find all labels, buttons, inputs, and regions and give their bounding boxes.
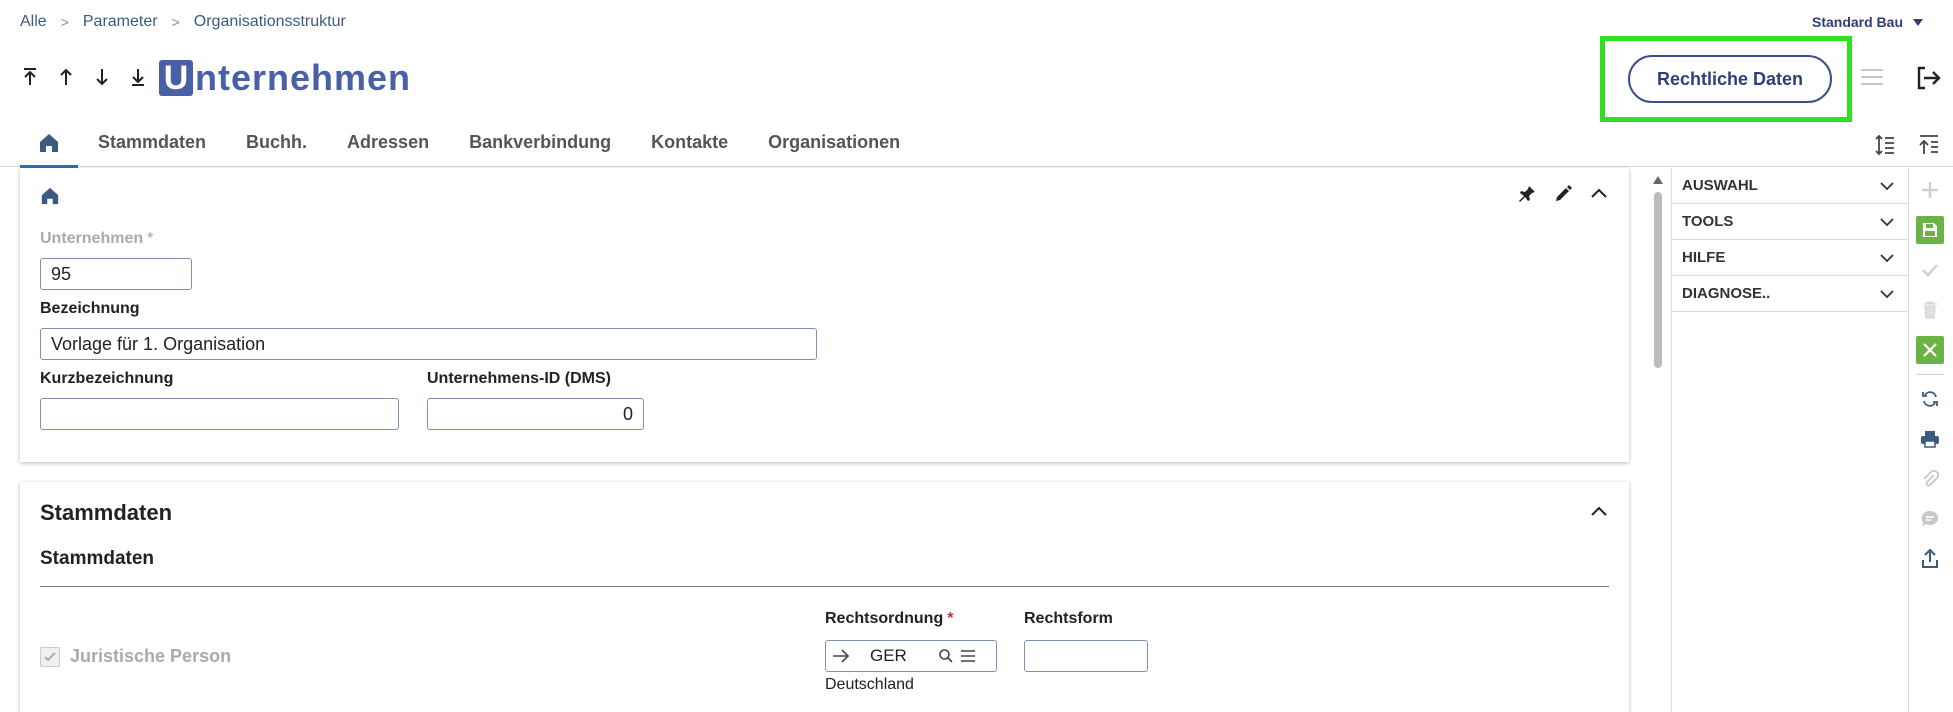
accordion-auswahl[interactable]: AUSWAHL	[1672, 168, 1908, 204]
home-icon	[38, 134, 60, 158]
toolbar-divider	[1916, 374, 1944, 375]
juristische-person-label: Juristische Person	[70, 646, 232, 666]
arrow-right-icon[interactable]	[832, 649, 850, 663]
last-record-icon[interactable]	[128, 66, 148, 88]
chevron-right-icon: >	[171, 14, 180, 30]
accordion-label: AUSWAHL	[1682, 177, 1758, 194]
tab-bar: Stammdaten Buchh. Adressen Bankverbindun…	[20, 124, 920, 168]
accordion-tools[interactable]: TOOLS	[1672, 204, 1908, 240]
pin-icon[interactable]	[1517, 184, 1537, 204]
tab-kontakte[interactable]: Kontakte	[631, 124, 748, 168]
card-actions	[1517, 184, 1609, 204]
list-icon[interactable]	[960, 649, 976, 663]
breadcrumb-item-alle[interactable]: Alle	[20, 13, 47, 31]
stammdaten-card: Stammdaten Stammdaten Juristische Person…	[20, 482, 1629, 712]
collapse-sections-icon[interactable]	[1874, 134, 1896, 156]
tab-home[interactable]	[20, 124, 78, 168]
scroll-top-icon[interactable]	[1918, 134, 1940, 156]
unternehmen-label: Unternehmen *	[40, 230, 153, 248]
rechtsordnung-value: GER	[870, 646, 907, 665]
subsection-divider	[40, 586, 1609, 587]
unternehmens-id-label: Unternehmens-ID (DMS)	[427, 370, 612, 387]
accordion-diagnose[interactable]: DIAGNOSE..	[1672, 276, 1908, 312]
rechtsform-field[interactable]	[1024, 640, 1148, 672]
breadcrumb: Alle > Parameter > Organisationsstruktur	[20, 13, 346, 31]
print-icon[interactable]	[1916, 425, 1944, 453]
subsection-title: Stammdaten	[40, 548, 155, 569]
logo-text: nternehmen	[195, 57, 412, 98]
menu-icon[interactable]	[1861, 69, 1883, 85]
juristische-person-checkbox[interactable]: Juristische Person	[40, 646, 231, 667]
logo-letter: U	[159, 60, 193, 96]
confirm-icon[interactable]	[1916, 256, 1944, 284]
rechtsordnung-label-text: Rechtsordnung	[825, 610, 944, 627]
previous-record-icon[interactable]	[56, 66, 76, 88]
chevron-down-icon	[1880, 217, 1894, 227]
accordion-label: TOOLS	[1682, 213, 1734, 230]
edit-icon[interactable]	[1553, 184, 1573, 204]
cancel-icon[interactable]	[1916, 336, 1944, 364]
module-logo: U nternehmen	[159, 60, 411, 96]
bezeichnung-field[interactable]: Vorlage für 1. Organisation	[40, 328, 817, 360]
accordion-label: DIAGNOSE..	[1682, 285, 1771, 302]
rechtsordnung-field[interactable]: GER	[825, 640, 997, 672]
save-icon[interactable]	[1916, 216, 1944, 244]
comment-icon[interactable]	[1916, 505, 1944, 533]
chevron-down-icon	[1880, 253, 1894, 263]
tab-bankverbindung[interactable]: Bankverbindung	[449, 124, 631, 168]
caret-down-icon	[1913, 18, 1923, 26]
delete-icon[interactable]	[1916, 296, 1944, 324]
tab-stammdaten[interactable]: Stammdaten	[78, 124, 226, 168]
home-icon	[40, 186, 60, 211]
add-icon[interactable]	[1916, 176, 1944, 204]
share-icon[interactable]	[1916, 545, 1944, 573]
checkmark-icon	[40, 646, 60, 667]
kurzbezeichnung-label: Kurzbezeichnung	[40, 370, 174, 387]
section-title: Stammdaten	[40, 500, 173, 525]
bezeichnung-label: Bezeichnung	[40, 300, 140, 317]
company-selector-label: Standard Bau	[1811, 14, 1903, 30]
tab-buchh[interactable]: Buchh.	[226, 124, 327, 168]
logout-icon[interactable]	[1914, 64, 1942, 97]
unternehmens-id-field[interactable]: 0	[427, 398, 644, 430]
chevron-down-icon	[1880, 181, 1894, 191]
rechtsform-label: Rechtsform	[1024, 610, 1113, 627]
tab-organisationen[interactable]: Organisationen	[748, 124, 920, 168]
kurzbezeichnung-field[interactable]	[40, 398, 399, 430]
attachment-icon[interactable]	[1916, 465, 1944, 493]
unternehmen-label-text: Unternehmen	[40, 230, 144, 247]
record-navigation	[20, 66, 148, 88]
action-toolbar	[1915, 176, 1945, 585]
header-card: Unternehmen * 95 Bezeichnung Vorlage für …	[20, 168, 1629, 462]
collapse-icon[interactable]	[1589, 184, 1609, 204]
company-selector[interactable]: Standard Bau	[1812, 14, 1923, 30]
unternehmen-field[interactable]: 95	[40, 258, 192, 290]
search-icon[interactable]	[938, 648, 954, 664]
main-scrollbar[interactable]	[1652, 172, 1664, 712]
legal-data-button[interactable]: Rechtliche Daten	[1628, 55, 1832, 103]
tab-adressen[interactable]: Adressen	[327, 124, 449, 168]
first-record-icon[interactable]	[20, 66, 40, 88]
chevron-down-icon	[1880, 289, 1894, 299]
app-window: Alle > Parameter > Organisationsstruktur…	[0, 0, 1953, 712]
collapse-icon[interactable]	[1589, 502, 1609, 527]
refresh-icon[interactable]	[1916, 385, 1944, 413]
scrollbar-thumb[interactable]	[1654, 192, 1662, 368]
side-panel: AUSWAHL TOOLS HILFE DIAGNOSE..	[1671, 168, 1909, 712]
accordion-hilfe[interactable]: HILFE	[1672, 240, 1908, 276]
rechtsordnung-label: Rechtsordnung *	[825, 610, 953, 628]
rechtsordnung-description: Deutschland	[825, 676, 914, 693]
breadcrumb-item-organisationsstruktur[interactable]: Organisationsstruktur	[194, 13, 346, 31]
accordion-label: HILFE	[1682, 249, 1726, 266]
chevron-right-icon: >	[60, 14, 69, 30]
breadcrumb-item-parameter[interactable]: Parameter	[83, 13, 158, 31]
required-marker: *	[147, 230, 154, 247]
required-marker: *	[947, 610, 954, 627]
scroll-up-icon[interactable]	[1653, 176, 1663, 184]
next-record-icon[interactable]	[92, 66, 112, 88]
